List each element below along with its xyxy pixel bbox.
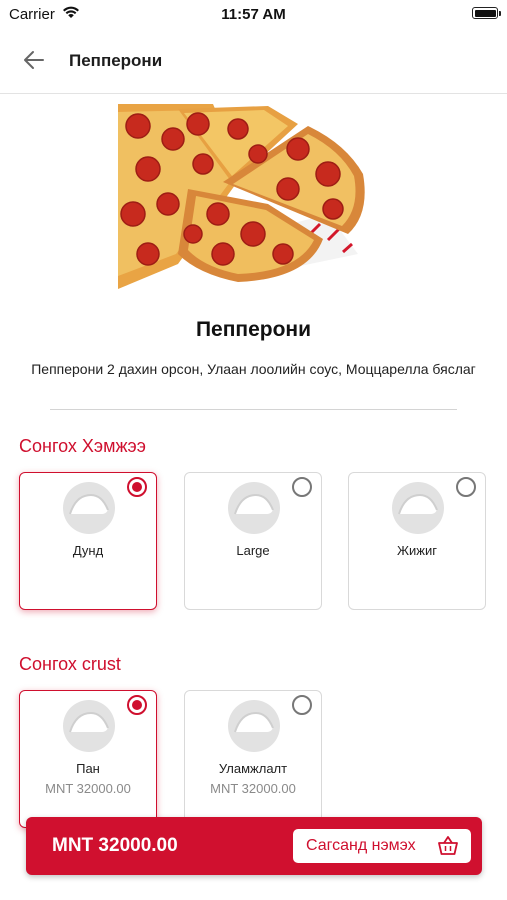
crust-section-title: Сонгох crust [19,654,121,674]
product-title: Пепперони [195,318,312,341]
crust-option-price: MNT 32000.00 [210,781,296,796]
radio-unselected[interactable] [292,695,312,715]
page-title: Пепперони [69,51,163,70]
back-arrow-icon[interactable] [16,46,52,74]
pizza-hut-logo-icon [392,482,444,534]
pizza-hut-logo-icon [228,700,280,752]
size-section-title: Сонгох Хэмжээ [19,436,146,456]
size-option-label: Large [236,543,270,558]
add-to-cart-bar: MNT 32000.00 Сагсанд нэмэх [26,817,482,875]
add-to-cart-button[interactable]: Сагсанд нэмэх [293,829,471,863]
crust-option-pan[interactable]: Пан MNT 32000.00 [19,690,157,828]
crust-option-label: Пан [76,761,100,776]
battery-icon [472,7,498,19]
pizza-hut-logo-icon [228,482,280,534]
add-to-cart-label: Сагсанд нэмэх [306,837,416,854]
size-option-small[interactable]: Жижиг [348,472,486,610]
divider [50,409,457,410]
pizza-image [118,104,365,289]
crust-option-label: Уламжлалт [218,761,288,776]
pizza-hut-logo-icon [63,482,115,534]
clock: 11:57 AM [221,6,286,23]
status-bar: Carrier 11:57 AM [0,0,507,28]
crust-option-price: MNT 32000.00 [45,781,131,796]
basket-icon [438,836,458,855]
total-price: MNT 32000.00 [52,835,178,856]
radio-selected[interactable] [127,477,147,497]
battery-tip [499,11,501,16]
radio-selected[interactable] [127,695,147,715]
size-option-label: Жижиг [397,543,437,558]
product-description: Пепперони 2 дахин орсон, Улаан лоолийн с… [31,361,476,377]
size-option-label: Дунд [72,543,104,558]
radio-unselected[interactable] [292,477,312,497]
nav-bar: Пепперони [0,28,507,94]
crust-option-traditional[interactable]: Уламжлалт MNT 32000.00 [184,690,322,828]
size-option-large[interactable]: Large [184,472,322,610]
pizza-hut-logo-icon [63,700,115,752]
radio-unselected[interactable] [456,477,476,497]
size-option-medium[interactable]: Дунд [19,472,157,610]
